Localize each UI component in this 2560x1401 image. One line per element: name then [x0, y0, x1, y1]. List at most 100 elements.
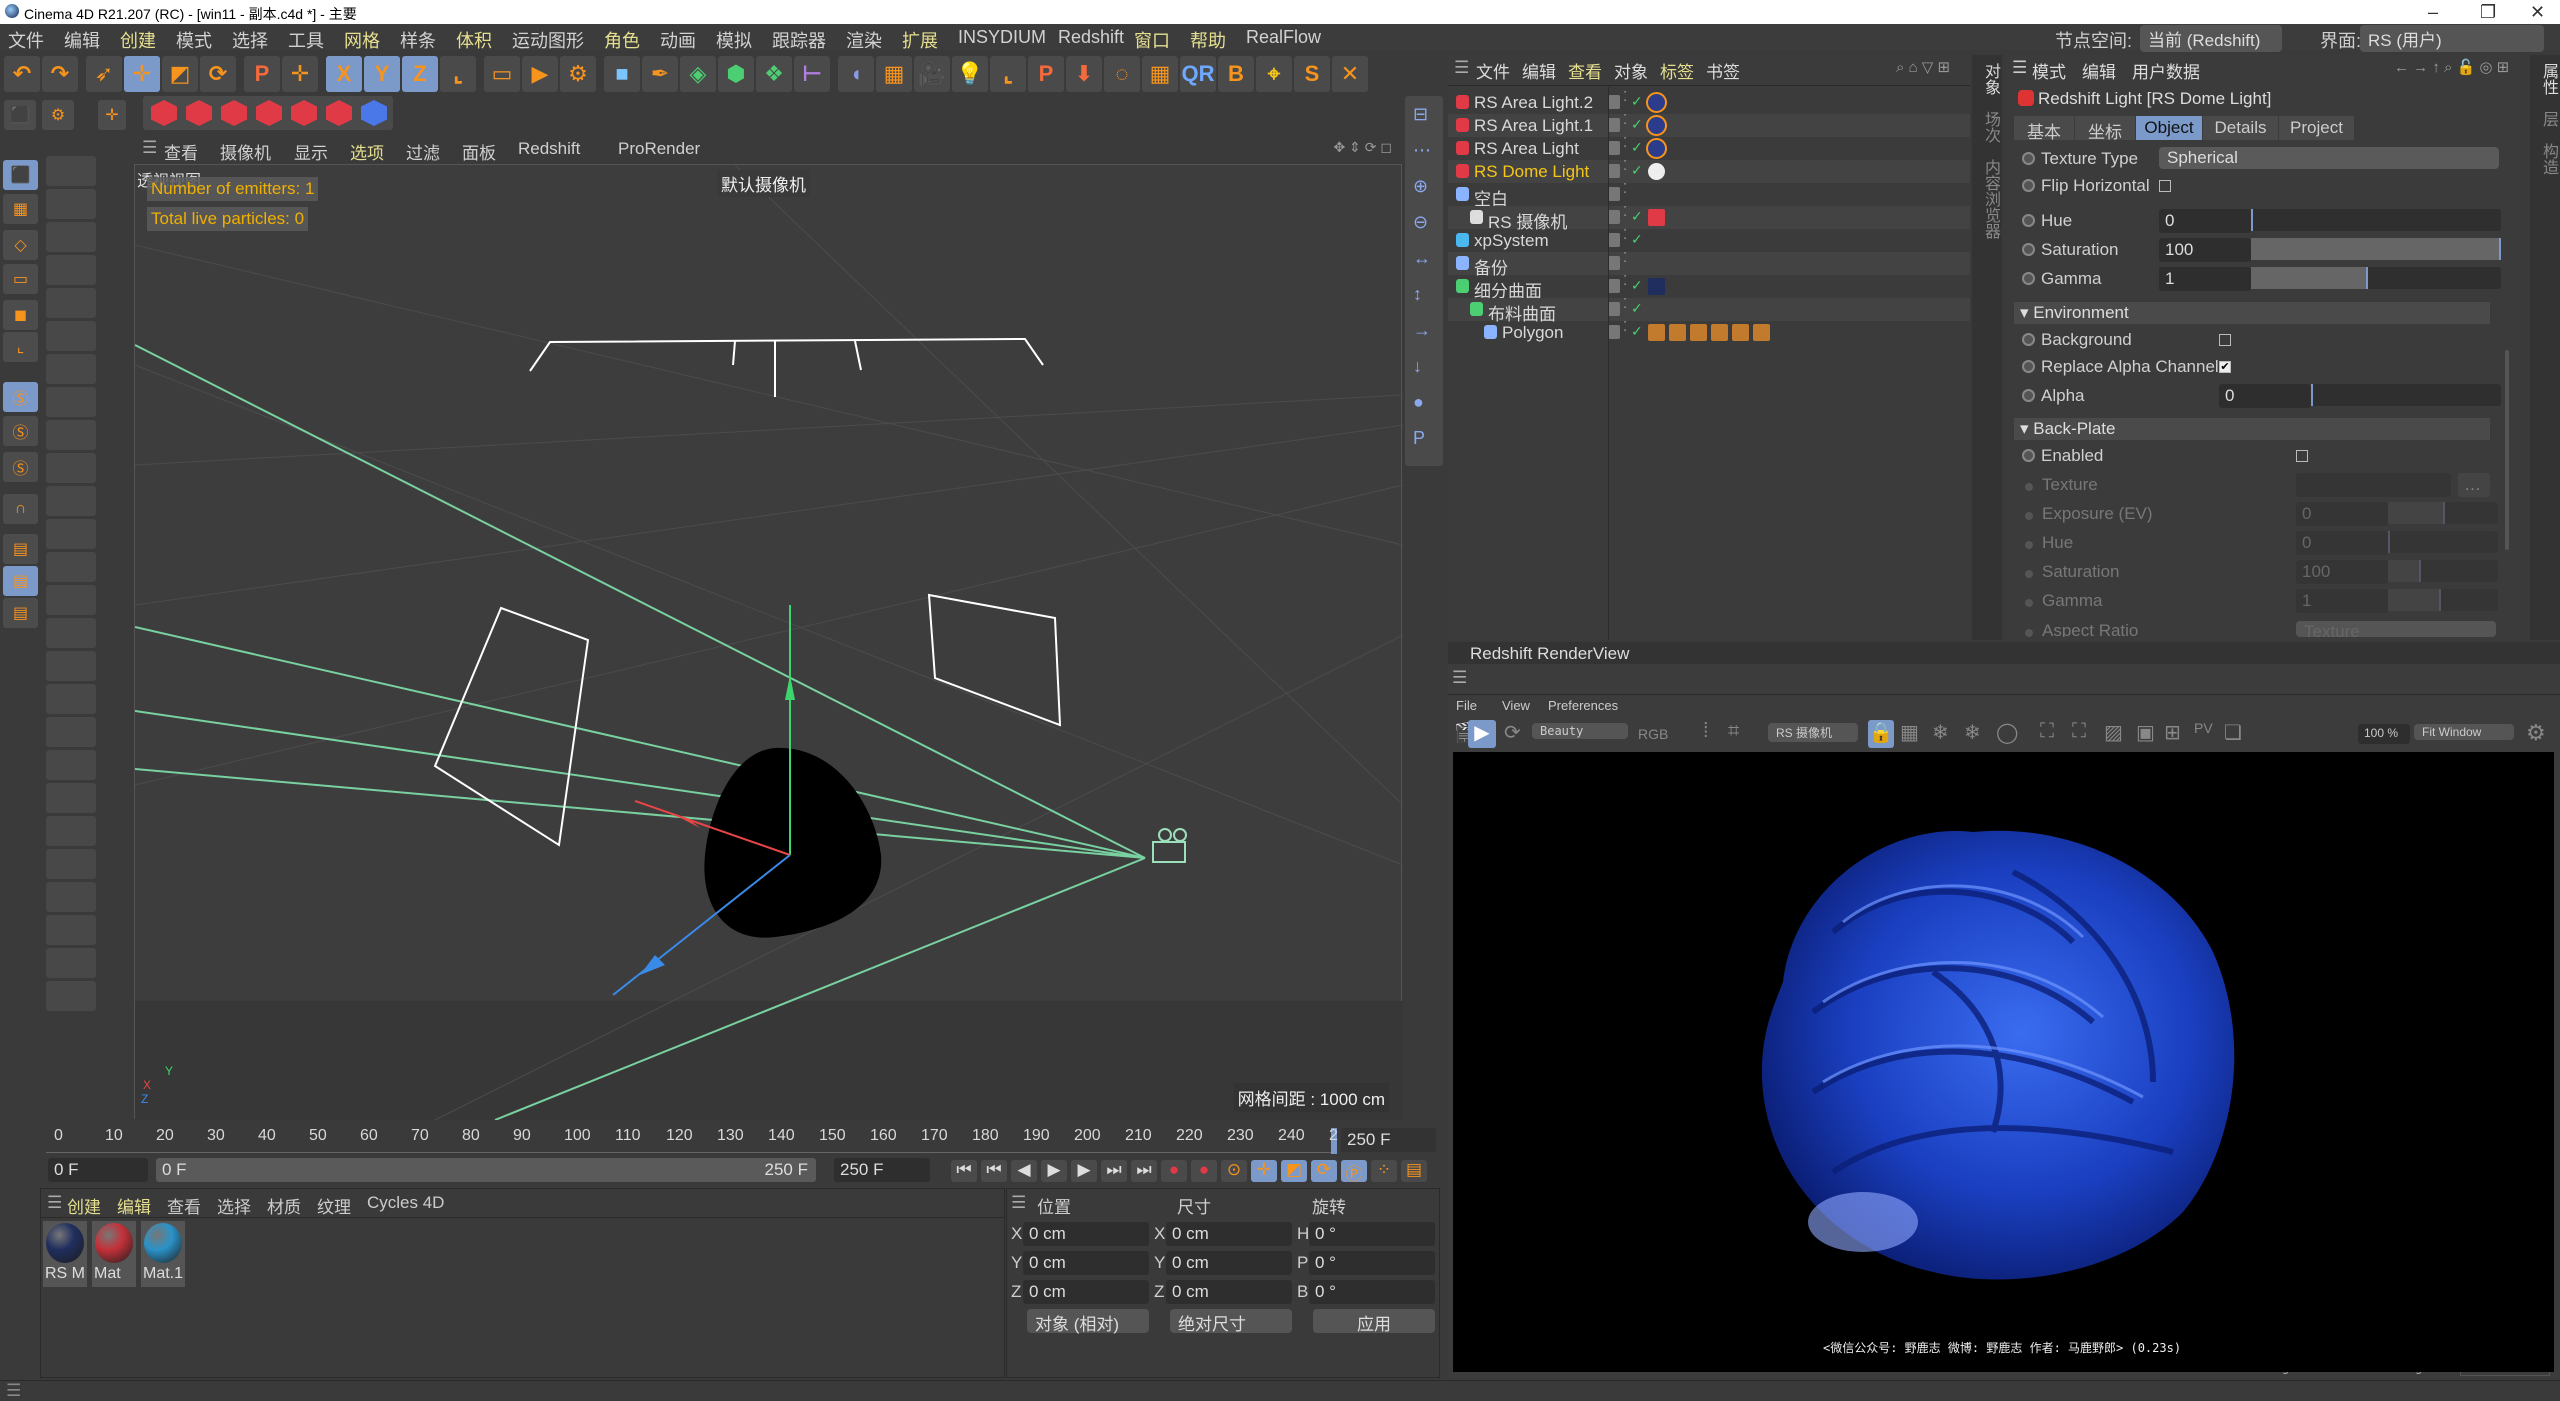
layer-toggle-icon[interactable] — [1608, 187, 1620, 201]
timeline-ruler[interactable]: 250 F 0 10 20 30 40 50 60 70 80 90 100 110 120 130 140… — [46, 1124, 1441, 1158]
snap-tool-0-icon[interactable]: ⊟ — [1413, 104, 1428, 125]
grid-icon[interactable]: ▦ — [1900, 720, 1919, 745]
freeze-geometry-icon[interactable]: ❄ — [1964, 720, 1981, 745]
point-tag-icon[interactable] — [1753, 324, 1770, 341]
tool-button-14[interactable] — [46, 618, 96, 648]
anim-radio[interactable] — [2022, 360, 2035, 373]
mode-button-6[interactable]: Ⓢ — [3, 382, 38, 412]
tool-button-10[interactable] — [46, 486, 96, 516]
rs-proxy-icon[interactable] — [291, 100, 317, 126]
mode-button-0[interactable]: ⬛ — [3, 160, 38, 190]
layer-toggle-icon[interactable] — [1608, 95, 1620, 109]
z-lock-button[interactable]: Z — [402, 56, 438, 92]
mode-button-1[interactable]: ▦ — [3, 194, 38, 224]
enabled-check-icon[interactable]: ✓ — [1631, 277, 1643, 294]
rs-sphere-light-icon[interactable] — [151, 100, 177, 126]
tool-button-0[interactable] — [46, 156, 96, 186]
tool-button-20[interactable] — [46, 816, 96, 846]
light-button[interactable]: 💡 — [952, 56, 988, 92]
prev-key-icon[interactable]: ⏮ — [981, 1160, 1007, 1182]
zoom-field[interactable]: 100 % — [2358, 724, 2410, 744]
layer-toggle-icon[interactable] — [1608, 118, 1620, 132]
material-menu-4[interactable]: 材质 — [267, 1193, 301, 1218]
coordinate-system-button[interactable]: ⌞ — [440, 56, 476, 92]
menu-20[interactable]: RealFlow — [1246, 27, 1321, 48]
side-tab-2[interactable]: 构造 — [2534, 135, 2560, 183]
selection-tag-icon[interactable] — [1711, 324, 1728, 341]
end-frame-field[interactable]: 250 F — [834, 1158, 930, 1182]
object-menu-0[interactable]: 文件 — [1476, 58, 1510, 83]
rot-key-icon[interactable]: ⟳ — [1311, 1160, 1337, 1182]
vertex-map-tag-icon[interactable] — [1648, 324, 1665, 341]
anim-radio[interactable] — [2022, 272, 2035, 285]
attribute-nav-icons[interactable]: ← → ↑ ⌕ 🔓 ◎ ⊞ — [2394, 58, 2509, 76]
enabled-check-icon[interactable]: ✓ — [1631, 208, 1643, 225]
anim-radio[interactable] — [2022, 152, 2035, 165]
snap-tool-6-icon[interactable]: → — [1413, 320, 1431, 341]
selection-tag-icon[interactable] — [1732, 324, 1749, 341]
backplate-section[interactable]: ▾ Back-Plate — [2014, 418, 2490, 440]
keyframe-sel-icon[interactable]: ⊙ — [1221, 1160, 1247, 1182]
move-tool-icon[interactable]: ✛ — [98, 100, 126, 130]
tool-button-16[interactable] — [46, 684, 96, 714]
coord-field-rotation-y[interactable]: 0 ° — [1309, 1251, 1435, 1275]
viewport-menu-2[interactable]: 显示 — [294, 139, 328, 164]
texture-type-select[interactable]: Spherical — [2159, 147, 2499, 169]
minimize-icon[interactable]: – — [2428, 2, 2438, 23]
hamburger-icon[interactable]: ☰ — [47, 1193, 62, 1213]
tab-坐标[interactable]: 坐标 — [2075, 116, 2135, 142]
enabled-check-icon[interactable]: ✓ — [1631, 323, 1643, 340]
tool-button-9[interactable] — [46, 453, 96, 483]
object-row[interactable]: 细分曲面 ⁚ ✓ — [1448, 274, 1970, 301]
visibility-dots-icon[interactable]: ⁚ — [1623, 251, 1627, 264]
node-space-select[interactable]: 当前 (Redshift) — [2140, 25, 2282, 52]
tool-button-6[interactable] — [46, 354, 96, 384]
auto-key-icon[interactable]: ● — [1191, 1160, 1217, 1182]
lock-icon[interactable]: 🔒 — [1868, 720, 1894, 748]
mode-button-8[interactable]: Ⓢ — [3, 452, 38, 482]
hamburger-icon[interactable]: ☰ — [142, 138, 157, 158]
backplate-enabled-checkbox[interactable] — [2296, 450, 2308, 462]
go-start-icon[interactable]: ⏮ — [951, 1160, 977, 1182]
rs-volume-icon[interactable] — [361, 100, 387, 126]
timeline-window-icon[interactable]: ▤ — [1401, 1160, 1427, 1182]
alpha-field[interactable]: 0 — [2219, 384, 2311, 408]
layer-toggle-icon[interactable] — [1608, 302, 1620, 316]
object-manager-tools[interactable]: ⌕ ⌂ ▽ ⊞ — [1896, 58, 1950, 76]
renderview-menu-2[interactable]: Preferences — [1548, 698, 1618, 713]
hue-field[interactable]: 0 — [2159, 209, 2251, 233]
object-row[interactable]: RS Area Light.1 ⁚ ✓ — [1448, 113, 1970, 137]
cloner-button[interactable]: ❖ — [756, 56, 792, 92]
tool-button-3[interactable] — [46, 255, 96, 285]
enabled-check-icon[interactable]: ✓ — [1631, 231, 1643, 248]
qr-button[interactable]: QR — [1180, 56, 1216, 92]
material-item[interactable]: Mat — [92, 1221, 136, 1287]
anim-radio[interactable] — [2022, 389, 2035, 402]
rs-sky-icon[interactable] — [326, 100, 352, 126]
snap-tool-8-icon[interactable]: ● — [1413, 392, 1424, 413]
focus-icon[interactable]: ⛶ — [2040, 720, 2054, 743]
start-render-button[interactable]: ▶ — [1468, 720, 1496, 748]
coord-field-rotation-x[interactable]: 0 ° — [1309, 1222, 1435, 1246]
material-menu-2[interactable]: 查看 — [167, 1193, 201, 1218]
layer-toggle-icon[interactable] — [1608, 210, 1620, 224]
viewport-menu-6[interactable]: Redshift — [518, 139, 580, 159]
area-light-tag-icon[interactable] — [1646, 115, 1667, 136]
anim-radio[interactable] — [2022, 243, 2035, 256]
size-mode-select[interactable]: 绝对尺寸 — [1170, 1309, 1292, 1334]
object-menu-4[interactable]: 标签 — [1660, 58, 1694, 83]
dome-light-tag-icon[interactable] — [1648, 163, 1665, 180]
s-plugin-button[interactable]: S — [1294, 56, 1330, 92]
enabled-check-icon[interactable]: ✓ — [1631, 300, 1643, 317]
snap-tool-1-icon[interactable]: ⋯ — [1413, 140, 1431, 161]
play-icon[interactable]: ▶ — [1041, 1160, 1067, 1182]
spline-button[interactable]: ◌ — [1104, 56, 1140, 92]
coord-field-position-y[interactable]: 0 cm — [1023, 1251, 1149, 1275]
enabled-check-icon[interactable]: ✓ — [1631, 162, 1643, 179]
record-icon[interactable]: ● — [1161, 1160, 1187, 1182]
plugin-button[interactable]: B — [1218, 56, 1254, 92]
layer-toggle-icon[interactable] — [1608, 325, 1620, 339]
hamburger-icon[interactable]: ☰ — [1011, 1193, 1026, 1213]
axis-button[interactable]: ✛ — [282, 56, 318, 92]
tab-project[interactable]: Project — [2279, 116, 2354, 140]
